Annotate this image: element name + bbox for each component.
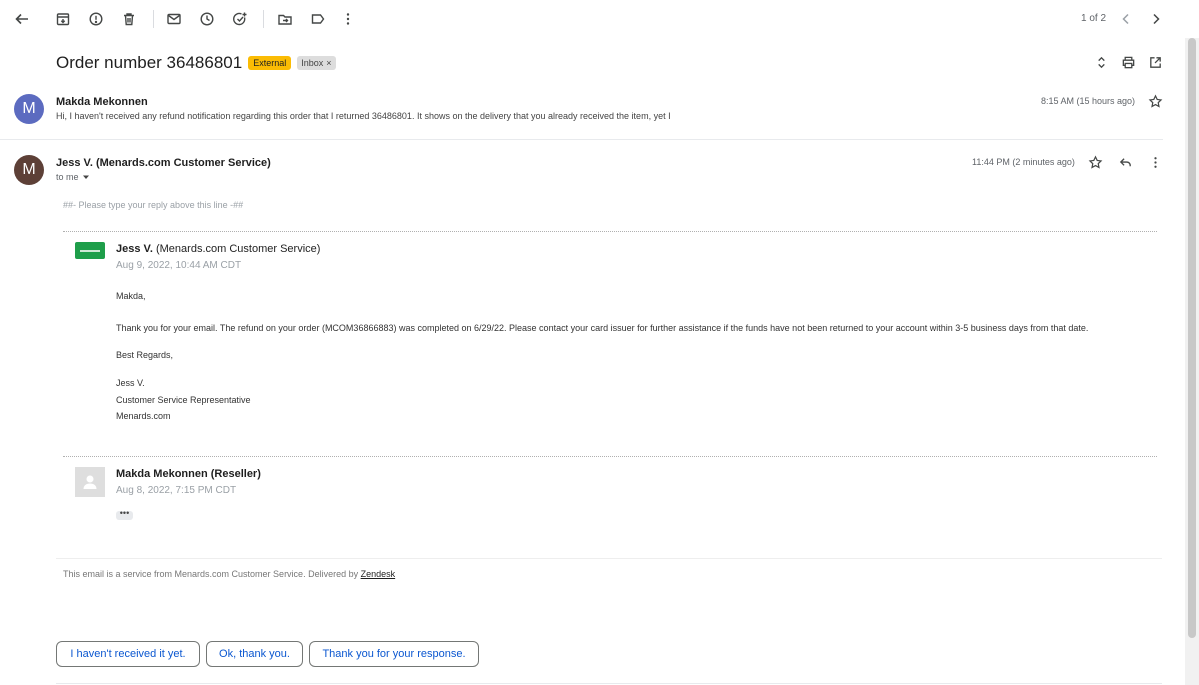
star-icon[interactable]	[1085, 152, 1105, 172]
external-label: External	[248, 56, 292, 70]
toolbar-separator	[263, 10, 264, 28]
signature-title: Customer Service Representative	[116, 395, 251, 405]
recipient-text: to me	[56, 172, 79, 182]
menards-logo	[75, 242, 105, 259]
comment-author-org: (Menards.com Customer Service)	[155, 243, 321, 255]
more-vertical-icon[interactable]	[338, 9, 358, 29]
smart-reply-button[interactable]: Ok, thank you.	[206, 641, 303, 667]
reply-above-line-hint: ##- Please type your reply above this li…	[63, 200, 244, 210]
signature-name: Jess V.	[116, 378, 145, 388]
report-spam-icon[interactable]	[86, 9, 106, 29]
inbox-label[interactable]: Inbox ×	[297, 56, 336, 70]
older-icon[interactable]	[1146, 9, 1166, 29]
caret-down-icon	[82, 175, 89, 179]
comment-divider	[63, 231, 1157, 232]
star-icon[interactable]	[1145, 91, 1165, 111]
person-icon	[83, 475, 97, 489]
comment-author-name: Jess V.	[116, 243, 153, 255]
footer-text: This email is a service from Menards.com…	[63, 569, 359, 579]
print-icon[interactable]	[1118, 52, 1138, 72]
message-time: 11:44 PM (2 minutes ago)	[972, 157, 1075, 167]
message-divider	[0, 139, 1163, 140]
comment-greeting: Makda,	[116, 291, 146, 301]
subject-title: Order number 36486801	[56, 53, 243, 72]
open-new-window-icon[interactable]	[1145, 52, 1165, 72]
default-avatar	[75, 467, 105, 497]
comment-body: Thank you for your email. The refund on …	[116, 323, 1089, 333]
comment-date: Aug 9, 2022, 10:44 AM CDT	[116, 260, 242, 271]
comment-author: Makda Mekonnen (Reseller)	[116, 468, 261, 480]
comment-date: Aug 8, 2022, 7:15 PM CDT	[116, 485, 237, 496]
inbox-label-text: Inbox	[301, 58, 324, 68]
comment-author-name: Makda Mekonnen (Reseller)	[116, 468, 261, 480]
message-toolbar: 1 of 2	[0, 0, 1185, 38]
sender-name[interactable]: Jess V. (Menards.com Customer Service)	[56, 157, 271, 169]
recipient-details[interactable]: to me	[56, 172, 90, 182]
footer-note: This email is a service from Menards.com…	[63, 569, 395, 579]
scrollbar-thumb[interactable]	[1188, 38, 1196, 638]
snooze-icon[interactable]	[197, 9, 217, 29]
add-task-icon[interactable]	[230, 9, 250, 29]
comment-divider	[63, 456, 1157, 457]
avatar: M	[14, 94, 44, 124]
expand-all-icon[interactable]	[1091, 52, 1111, 72]
comment-author: Jess V. (Menards.com Customer Service)	[116, 243, 320, 255]
comment-closing: Best Regards,	[116, 350, 174, 360]
smart-reply-button[interactable]: I haven't received it yet.	[56, 641, 200, 667]
back-icon[interactable]	[12, 9, 32, 29]
avatar: M	[14, 155, 44, 185]
move-to-icon[interactable]	[275, 9, 295, 29]
message-snippet[interactable]: Hi, I haven't received any refund notifi…	[56, 111, 671, 121]
mark-unread-icon[interactable]	[164, 9, 184, 29]
label-icon[interactable]	[308, 9, 328, 29]
newer-icon[interactable]	[1116, 9, 1136, 29]
pager-count: 1 of 2	[1081, 13, 1107, 24]
toolbar-separator	[153, 10, 154, 28]
subject-row: Order number 36486801 External Inbox ×	[56, 52, 336, 74]
remove-label-icon[interactable]: ×	[326, 58, 331, 68]
more-vertical-icon[interactable]	[1145, 152, 1165, 172]
sender-name[interactable]: Makda Mekonnen	[56, 96, 148, 108]
reply-icon[interactable]	[1115, 152, 1135, 172]
reply-area-divider	[56, 683, 1162, 684]
message-time: 8:15 AM (15 hours ago)	[1041, 96, 1136, 106]
footer-divider	[56, 558, 1162, 559]
archive-icon[interactable]	[53, 9, 73, 29]
signature-company: Menards.com	[116, 411, 171, 421]
zendesk-link[interactable]: Zendesk	[361, 569, 396, 579]
smart-reply-button[interactable]: Thank you for your response.	[309, 641, 479, 667]
delete-icon[interactable]	[119, 9, 139, 29]
show-trimmed-content-button[interactable]: •••	[116, 509, 133, 520]
